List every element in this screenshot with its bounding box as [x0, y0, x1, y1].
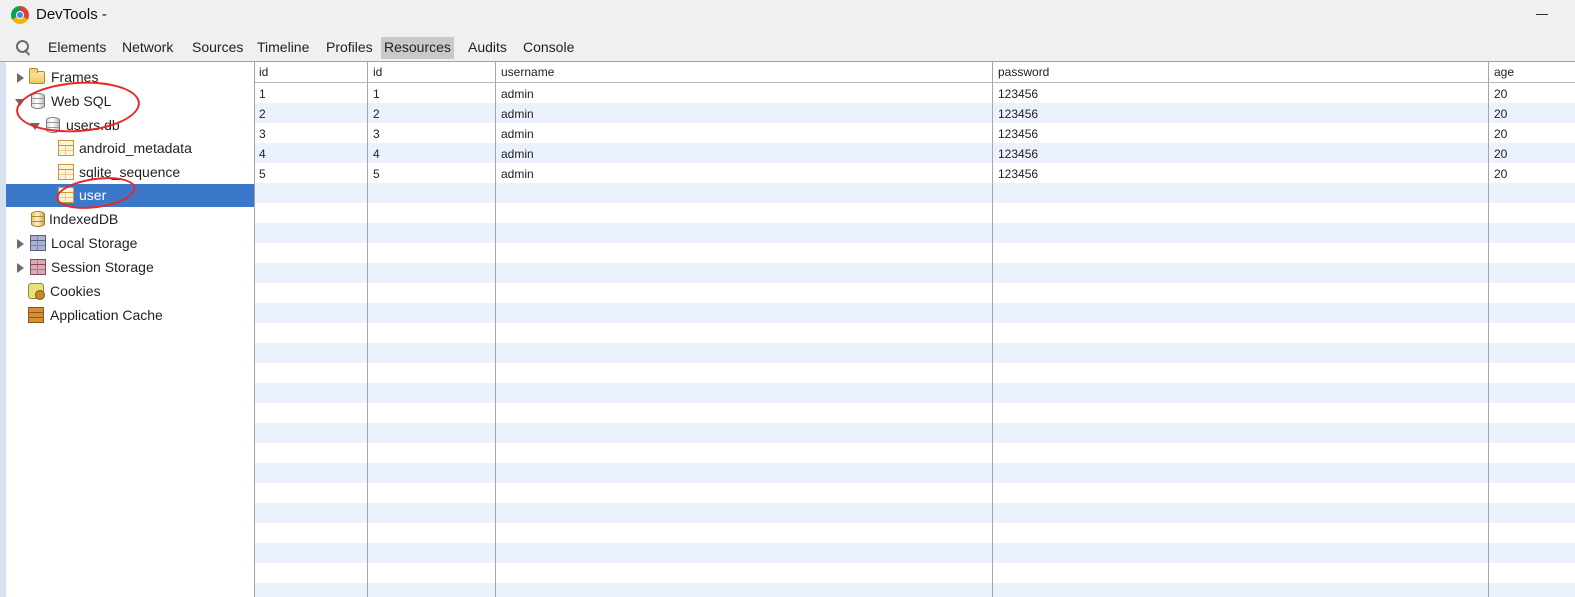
column-divider[interactable] [1488, 62, 1489, 597]
tree-item-local-storage[interactable]: Local Storage [6, 232, 254, 255]
tree-item-users-db[interactable]: users.db [6, 114, 254, 137]
cell-id: 5 [373, 167, 380, 181]
table-row[interactable]: 5 5 admin 123456 20 [255, 164, 1575, 184]
cell-password: 123456 [998, 127, 1039, 141]
chrome-logo-icon [11, 6, 29, 24]
tree-item-indexeddb[interactable]: IndexedDB [6, 208, 254, 231]
minimize-button[interactable] [1532, 2, 1556, 26]
column-divider[interactable] [495, 62, 496, 597]
cell-password: 123456 [998, 107, 1039, 121]
database-icon [46, 117, 60, 133]
tree-item-label: user [79, 187, 107, 203]
column-header-id[interactable]: id [369, 62, 382, 83]
column-header-username[interactable]: username [497, 62, 554, 83]
tree-item-label: Frames [51, 69, 99, 85]
tree-item-sqlite-sequence[interactable]: sqlite_sequence [6, 161, 254, 184]
tree-item-label: Session Storage [51, 259, 154, 275]
cell-id: 2 [259, 107, 266, 121]
tree-item-label: IndexedDB [49, 211, 119, 227]
cell-username: admin [501, 167, 534, 181]
cell-id: 2 [373, 107, 380, 121]
column-header-age[interactable]: age [1490, 62, 1514, 83]
tab-network[interactable]: Network [119, 37, 176, 59]
tree-item-label: android_metadata [79, 140, 192, 156]
tree-item-label: Application Cache [50, 307, 163, 323]
table-icon [58, 187, 74, 203]
cell-password: 123456 [998, 147, 1039, 161]
cell-password: 123456 [998, 87, 1039, 101]
cell-id: 4 [259, 147, 266, 161]
tab-console[interactable]: Console [520, 37, 577, 59]
tab-elements[interactable]: Elements [45, 37, 109, 59]
tab-audits[interactable]: Audits [465, 37, 510, 59]
cell-username: admin [501, 147, 534, 161]
cell-id: 3 [259, 127, 266, 141]
cell-password: 123456 [998, 167, 1039, 181]
cell-age: 20 [1494, 87, 1508, 101]
tree-item-session-storage[interactable]: Session Storage [6, 256, 254, 279]
tree-item-frames[interactable]: Frames [6, 66, 254, 89]
cell-id: 5 [259, 167, 266, 181]
collapse-arrow-icon[interactable] [15, 99, 25, 106]
table-row[interactable]: 2 2 admin 123456 20 [255, 104, 1575, 124]
cell-id: 3 [373, 127, 380, 141]
column-divider[interactable] [992, 62, 993, 597]
tab-sources[interactable]: Sources [189, 37, 246, 59]
cell-id: 4 [373, 147, 380, 161]
cell-id: 1 [373, 87, 380, 101]
collapse-arrow-icon[interactable] [30, 123, 40, 130]
search-icon[interactable] [16, 40, 31, 55]
panel-toolbar: Elements Network Sources Timeline Profil… [0, 32, 1575, 62]
tab-profiles[interactable]: Profiles [323, 37, 376, 59]
tab-resources[interactable]: Resources [381, 37, 454, 59]
folder-icon [29, 68, 45, 84]
tree-item-label: Local Storage [51, 235, 138, 251]
column-header-password[interactable]: password [994, 62, 1049, 83]
tree-item-android-metadata[interactable]: android_metadata [6, 137, 254, 160]
tab-timeline[interactable]: Timeline [254, 37, 312, 59]
window-title: DevTools - [36, 6, 107, 23]
table-icon [58, 140, 74, 156]
grid-header: id id username password age [255, 62, 1575, 83]
table-row[interactable]: 3 3 admin 123456 20 [255, 124, 1575, 144]
cell-username: admin [501, 87, 534, 101]
table-row[interactable]: 4 4 admin 123456 20 [255, 144, 1575, 164]
cell-age: 20 [1494, 107, 1508, 121]
tree-item-web-sql[interactable]: Web SQL [6, 90, 254, 113]
grid-icon [30, 259, 46, 275]
expand-arrow-icon[interactable] [17, 239, 24, 249]
table-row[interactable]: 1 1 admin 123456 20 [255, 84, 1575, 104]
expand-arrow-icon[interactable] [17, 263, 24, 273]
expand-arrow-icon[interactable] [17, 73, 24, 83]
app-cache-icon [28, 307, 44, 323]
tree-item-label: Web SQL [51, 93, 112, 109]
title-bar: DevTools - [0, 0, 1575, 32]
tree-item-label: Cookies [50, 283, 101, 299]
table-icon [58, 164, 74, 180]
column-header-id[interactable]: id [255, 62, 268, 83]
data-grid: id id username password age 1 1 admin 12… [255, 62, 1575, 597]
tree-item-label: sqlite_sequence [79, 164, 181, 180]
cell-age: 20 [1494, 127, 1508, 141]
column-divider[interactable] [367, 62, 368, 597]
cell-username: admin [501, 127, 534, 141]
tree-item-label: users.db [66, 117, 120, 133]
resources-sidebar: Frames Web SQL users.db android_metadata… [0, 62, 255, 597]
cell-age: 20 [1494, 147, 1508, 161]
cell-age: 20 [1494, 167, 1508, 181]
cell-username: admin [501, 107, 534, 121]
tree-item-user[interactable]: user [6, 184, 254, 207]
tree-item-application-cache[interactable]: Application Cache [6, 304, 254, 327]
database-icon [31, 93, 45, 109]
tree-item-cookies[interactable]: Cookies [6, 280, 254, 303]
database-icon [31, 211, 45, 227]
cookie-icon [28, 283, 45, 300]
grid-icon [30, 235, 46, 251]
cell-id: 1 [259, 87, 266, 101]
